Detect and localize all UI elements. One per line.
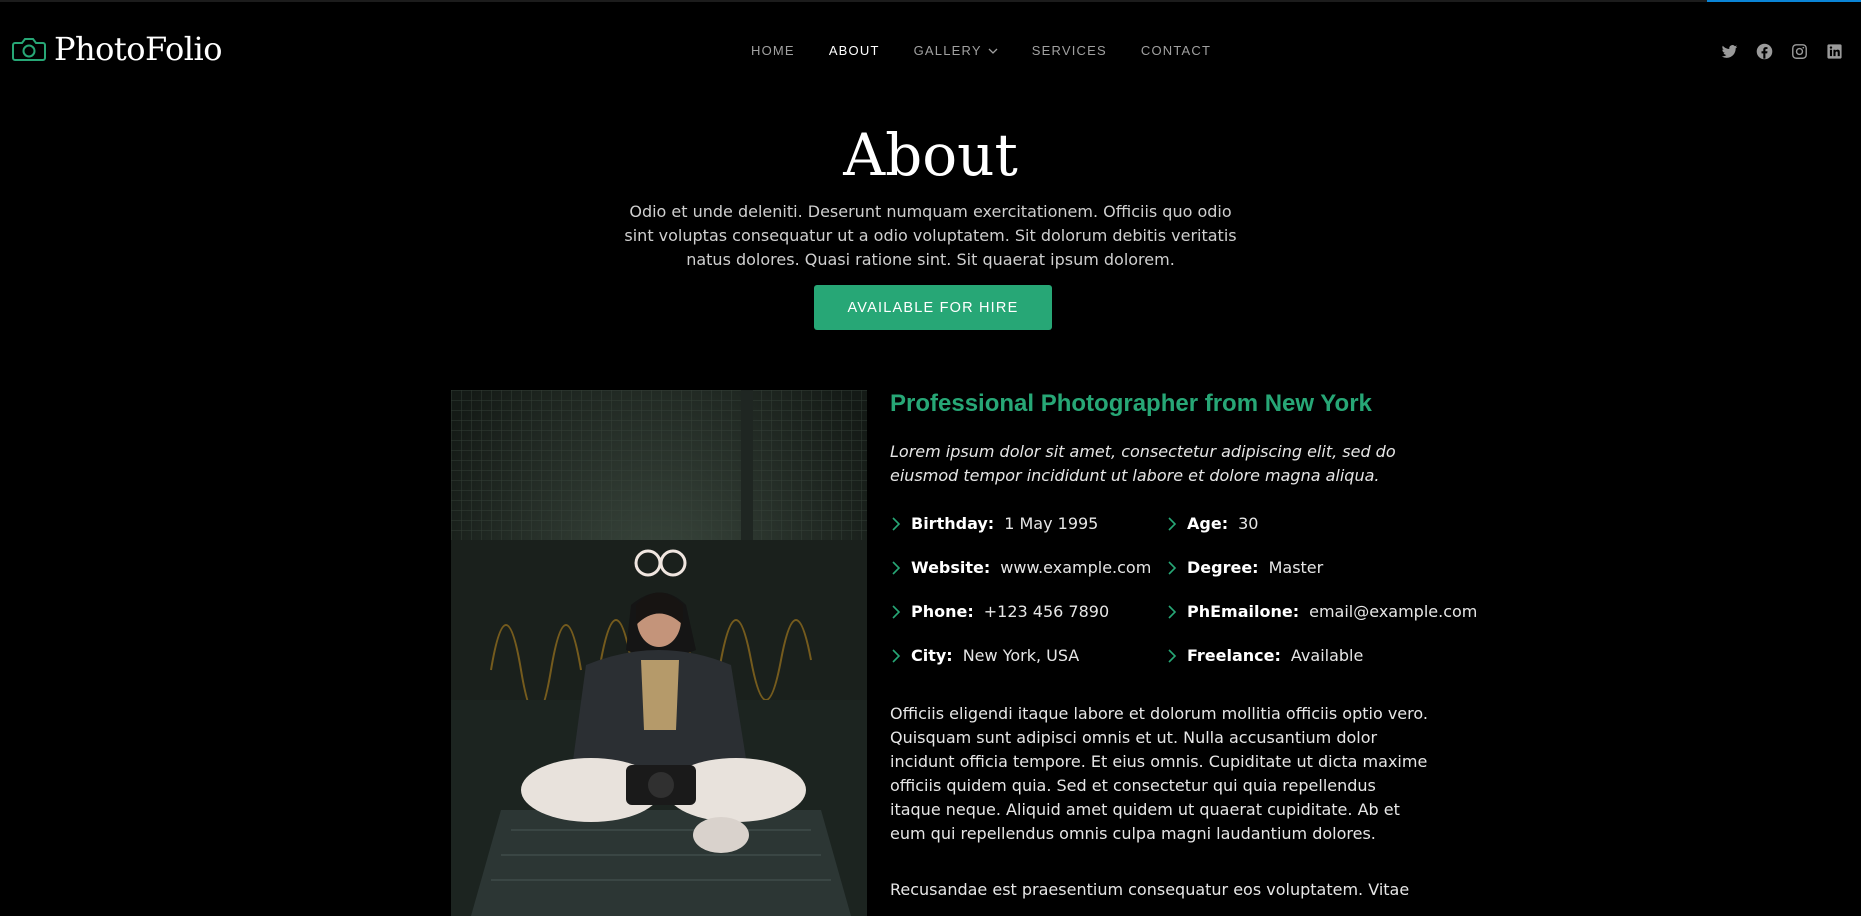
nav-label: HOME <box>751 43 795 58</box>
chevron-right-icon <box>892 517 901 531</box>
chevron-right-icon <box>892 649 901 663</box>
nav-home[interactable]: HOME <box>751 43 795 58</box>
brand-name: PhotoFolio <box>54 30 222 68</box>
main-nav: HOME ABOUT GALLERY SERVICES CONTACT <box>751 43 1245 58</box>
social-links <box>1721 43 1843 60</box>
detail-age: Age: 30 <box>1166 512 1466 536</box>
chevron-right-icon <box>892 605 901 619</box>
facebook-icon[interactable] <box>1756 43 1773 60</box>
detail-label: Freelance: <box>1187 646 1281 665</box>
instagram-icon[interactable] <box>1791 43 1808 60</box>
hero-description: Odio et unde deleniti. Deserunt numquam … <box>624 202 1237 269</box>
portrait-illustration <box>451 390 867 916</box>
detail-label: PhEmailone: <box>1187 602 1300 621</box>
nav-label: GALLERY <box>913 43 982 58</box>
chevron-right-icon <box>1168 605 1177 619</box>
details-list: Birthday: 1 May 1995 Age: 30 Website: ww… <box>890 512 1477 668</box>
nav-label: CONTACT <box>1140 43 1212 58</box>
detail-label: Website: <box>911 558 991 577</box>
page-title: About <box>843 121 1018 189</box>
detail-value: +123 456 7890 <box>983 602 1110 621</box>
detail-label: City: <box>911 646 953 665</box>
detail-value: Master <box>1268 558 1324 577</box>
twitter-icon[interactable] <box>1721 43 1738 60</box>
detail-email: PhEmailone: email@example.com <box>1166 600 1477 624</box>
nav-services[interactable]: SERVICES <box>1032 43 1107 58</box>
about-paragraph-2: Recusandae est praesentium consequatur e… <box>890 880 1410 899</box>
detail-freelance: Freelance: Available <box>1166 644 1466 668</box>
photographer-portrait <box>451 390 867 916</box>
chevron-right-icon <box>1168 649 1177 663</box>
detail-value: 1 May 1995 <box>1004 514 1099 533</box>
chevron-right-icon <box>892 561 901 575</box>
detail-website: Website: www.example.com <box>890 556 1166 580</box>
about-heading: Professional Photographer from New York <box>890 390 1372 417</box>
about-paragraph-1: Officiis eligendi itaque labore et dolor… <box>890 704 1428 843</box>
detail-label: Age: <box>1187 514 1229 533</box>
available-for-hire-button[interactable]: AVAILABLE FOR HIRE <box>814 285 1052 330</box>
site-header: PhotoFolio HOME ABOUT GALLERY SERVICES C… <box>0 0 1861 104</box>
detail-value: Available <box>1290 646 1364 665</box>
about-content: Professional Photographer from New York … <box>890 388 1477 902</box>
nav-contact[interactable]: CONTACT <box>1141 43 1211 58</box>
detail-label: Degree: <box>1187 558 1259 577</box>
detail-value: 30 <box>1238 514 1259 533</box>
detail-phone: Phone: +123 456 7890 <box>890 600 1166 624</box>
nav-label: SERVICES <box>1031 43 1107 58</box>
detail-value: New York, USA <box>962 646 1080 665</box>
nav-gallery[interactable]: GALLERY <box>914 43 998 58</box>
chevron-right-icon <box>1168 517 1177 531</box>
linkedin-icon[interactable] <box>1826 43 1843 60</box>
about-lead: Lorem ipsum dolor sit amet, consectetur … <box>890 442 1396 485</box>
camera-icon <box>12 38 46 61</box>
detail-value: www.example.com <box>1000 558 1152 577</box>
nav-about[interactable]: ABOUT <box>829 43 880 58</box>
detail-city: City: New York, USA <box>890 644 1166 668</box>
detail-degree: Degree: Master <box>1166 556 1466 580</box>
nav-label: ABOUT <box>828 43 880 58</box>
detail-birthday: Birthday: 1 May 1995 <box>890 512 1166 536</box>
logo[interactable]: PhotoFolio <box>12 30 222 68</box>
detail-value: email@example.com <box>1309 602 1478 621</box>
detail-label: Phone: <box>911 602 974 621</box>
hero-section: About Odio et unde deleniti. Deserunt nu… <box>0 118 1861 272</box>
chevron-down-icon <box>988 48 998 54</box>
detail-label: Birthday: <box>911 514 995 533</box>
chevron-right-icon <box>1168 561 1177 575</box>
